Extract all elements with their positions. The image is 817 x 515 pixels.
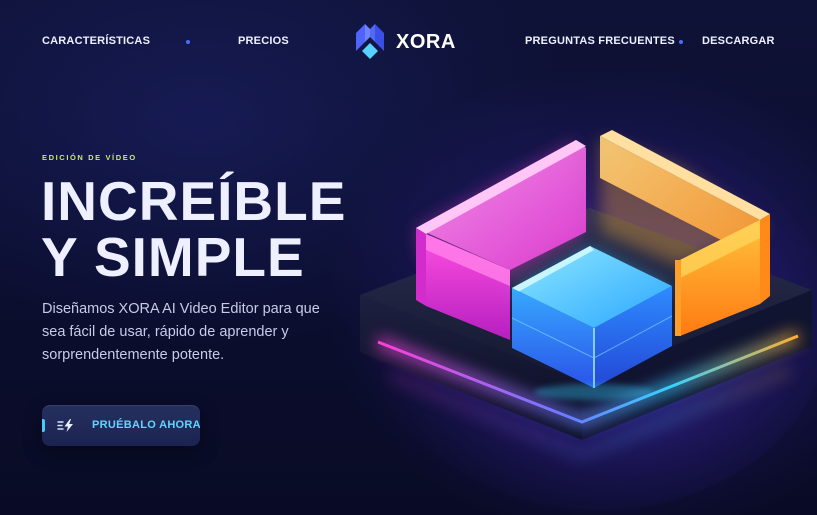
- hero-headline-line2: Y SIMPLE: [41, 226, 305, 288]
- try-now-button[interactable]: PRUÉBALO AHORA: [42, 405, 200, 446]
- nav-link-preguntas-frecuentes[interactable]: PREGUNTAS FRECUENTES: [525, 35, 675, 47]
- nav-separator-dot-icon: [186, 40, 190, 44]
- nav-link-precios[interactable]: PRECIOS: [238, 35, 289, 47]
- nav-separator-dot-icon: [679, 40, 683, 44]
- hero-headline: INCREÍBLE Y SIMPLE: [41, 173, 346, 285]
- xora-logo[interactable]: XORA: [352, 22, 456, 62]
- top-navigation: CARACTERÍSTICAS PRECIOS XORA PREGUNTAS F…: [0, 0, 817, 84]
- nav-link-caracteristicas[interactable]: CARACTERÍSTICAS: [42, 35, 150, 47]
- landing-page: CARACTERÍSTICAS PRECIOS XORA PREGUNTAS F…: [0, 0, 817, 515]
- logo-text: XORA: [396, 30, 456, 53]
- glowing-blocks-illustration: [360, 130, 817, 510]
- button-accent-edge: [42, 419, 45, 432]
- try-now-label: PRUÉBALO AHORA: [92, 419, 200, 431]
- hero-description: Diseñamos XORA AI Video Editor para que …: [42, 301, 320, 363]
- xora-logo-icon: [356, 24, 384, 59]
- hero-eyebrow: EDICIÓN DE VÍDEO: [42, 153, 137, 162]
- lightning-icon: [57, 419, 73, 432]
- hero-headline-line1: INCREÍBLE: [41, 170, 347, 232]
- nav-link-descargar[interactable]: DESCARGAR: [702, 35, 775, 47]
